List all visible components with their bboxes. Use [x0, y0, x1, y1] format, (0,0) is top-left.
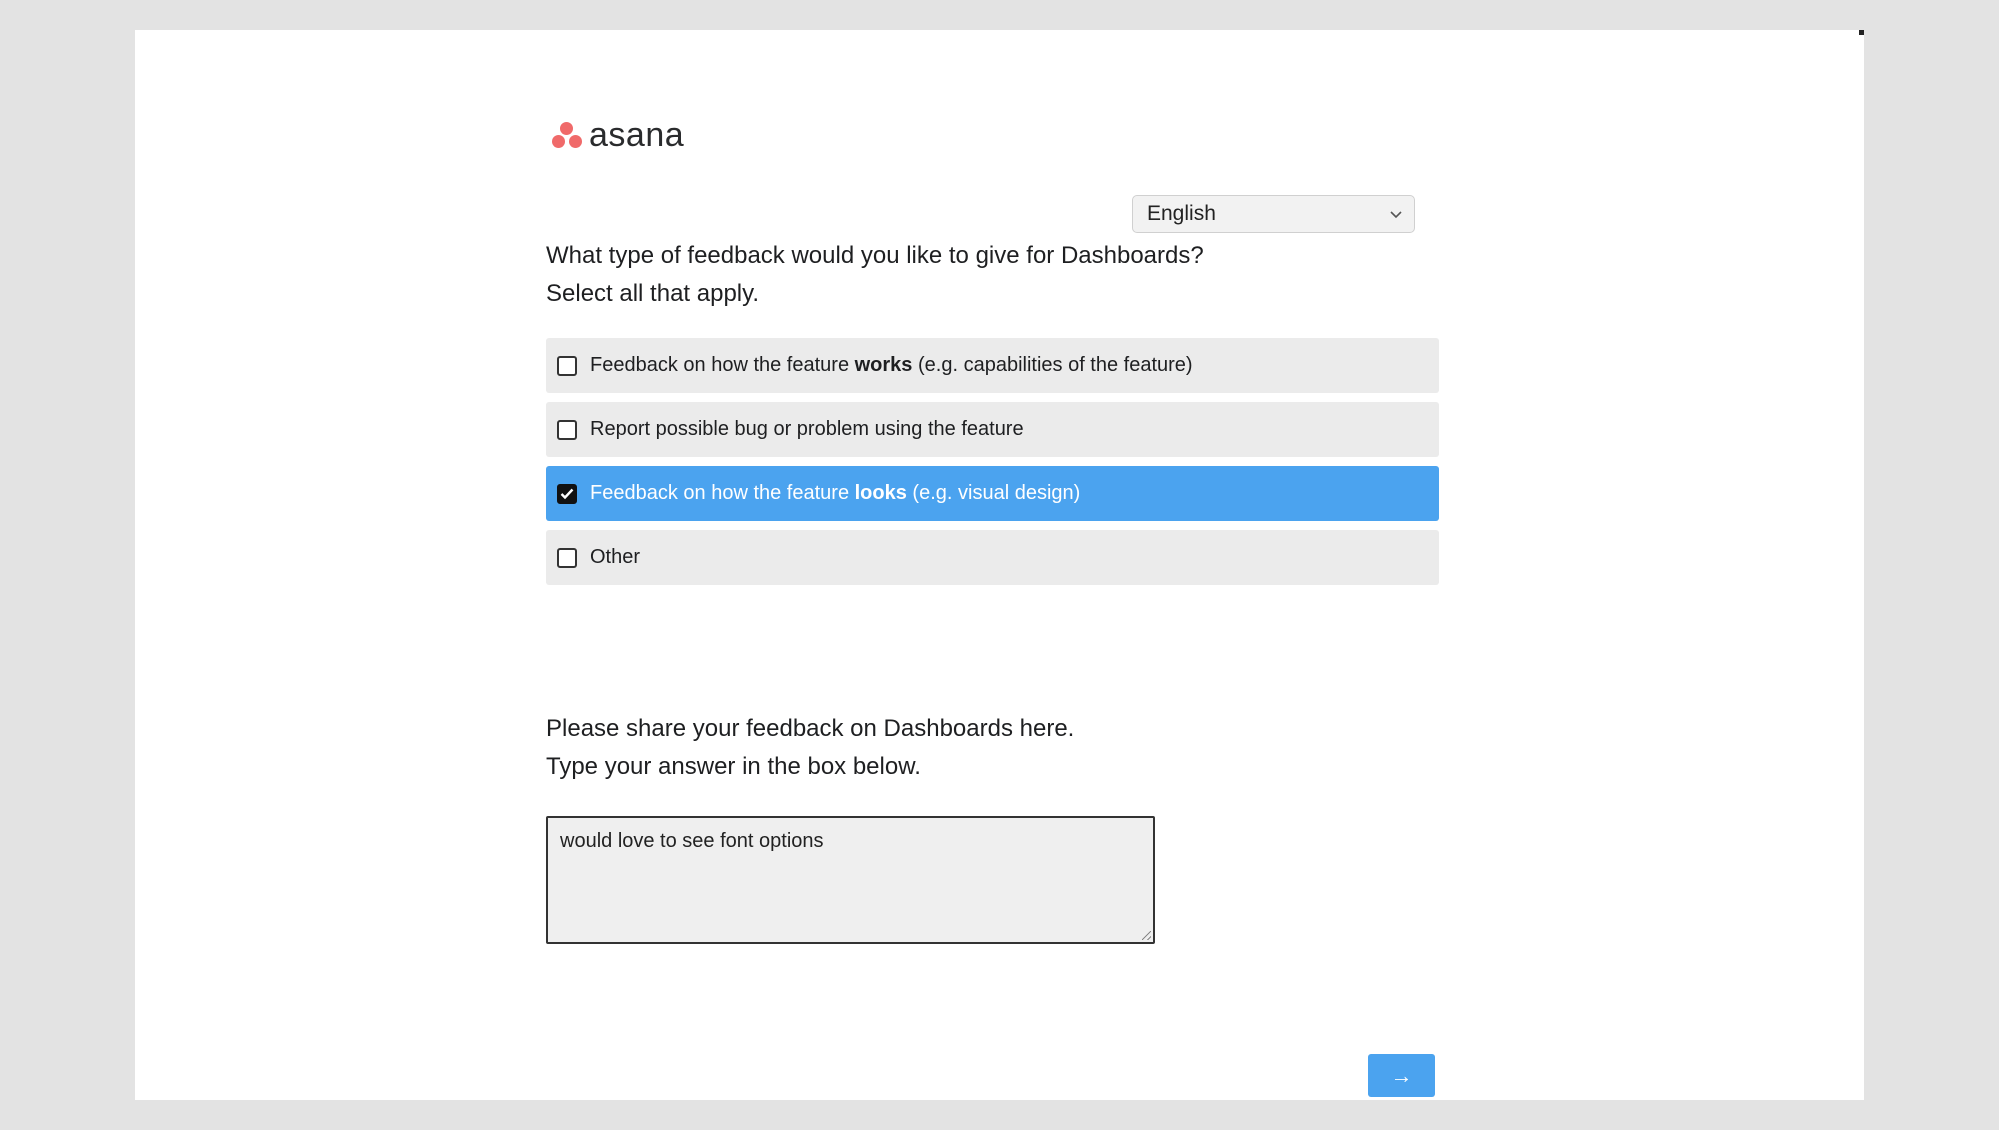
option-works[interactable]: Feedback on how the feature works (e.g. …	[546, 338, 1439, 393]
asana-logo-icon	[550, 120, 584, 150]
survey-card: asana English What type of feedback woul…	[135, 30, 1864, 1100]
question-2-prompt: Please share your feedback on Dashboards…	[546, 710, 1074, 786]
feedback-type-options: Feedback on how the feature works (e.g. …	[546, 338, 1439, 594]
option-bug[interactable]: Report possible bug or problem using the…	[546, 402, 1439, 457]
checkbox[interactable]	[557, 419, 577, 440]
language-select[interactable]: English	[1132, 195, 1415, 233]
option-label: Feedback on how the feature works (e.g. …	[590, 354, 1193, 376]
language-select-value: English	[1147, 202, 1216, 225]
feedback-text: would love to see font options	[560, 830, 824, 852]
question-2-title: Please share your feedback on Dashboards…	[546, 715, 1075, 742]
option-label: Report possible bug or problem using the…	[590, 418, 1024, 440]
chevron-down-icon	[1390, 207, 1402, 222]
asana-logo: asana	[550, 118, 684, 152]
logo-text: asana	[589, 116, 685, 154]
option-other[interactable]: Other	[546, 530, 1439, 585]
resize-handle-icon[interactable]	[1142, 931, 1151, 940]
question-1-instruction: Select all that apply.	[546, 280, 760, 307]
next-button[interactable]: →	[1368, 1054, 1435, 1097]
arrow-right-icon: →	[1390, 1062, 1413, 1088]
question-2-instruction: Type your answer in the box below.	[546, 753, 921, 780]
question-1-prompt: What type of feedback would you like to …	[546, 237, 1204, 313]
option-looks[interactable]: Feedback on how the feature looks (e.g. …	[546, 466, 1439, 521]
checkbox[interactable]	[557, 547, 577, 568]
corner-mark	[1859, 30, 1864, 35]
feedback-textarea[interactable]: would love to see font options	[546, 816, 1155, 944]
checkbox-checked[interactable]	[557, 483, 577, 504]
checkbox[interactable]	[557, 355, 577, 376]
option-label: Feedback on how the feature looks (e.g. …	[590, 482, 1081, 504]
question-1-title: What type of feedback would you like to …	[546, 242, 1204, 269]
option-label: Other	[590, 546, 641, 568]
checkmark-icon	[560, 488, 574, 499]
